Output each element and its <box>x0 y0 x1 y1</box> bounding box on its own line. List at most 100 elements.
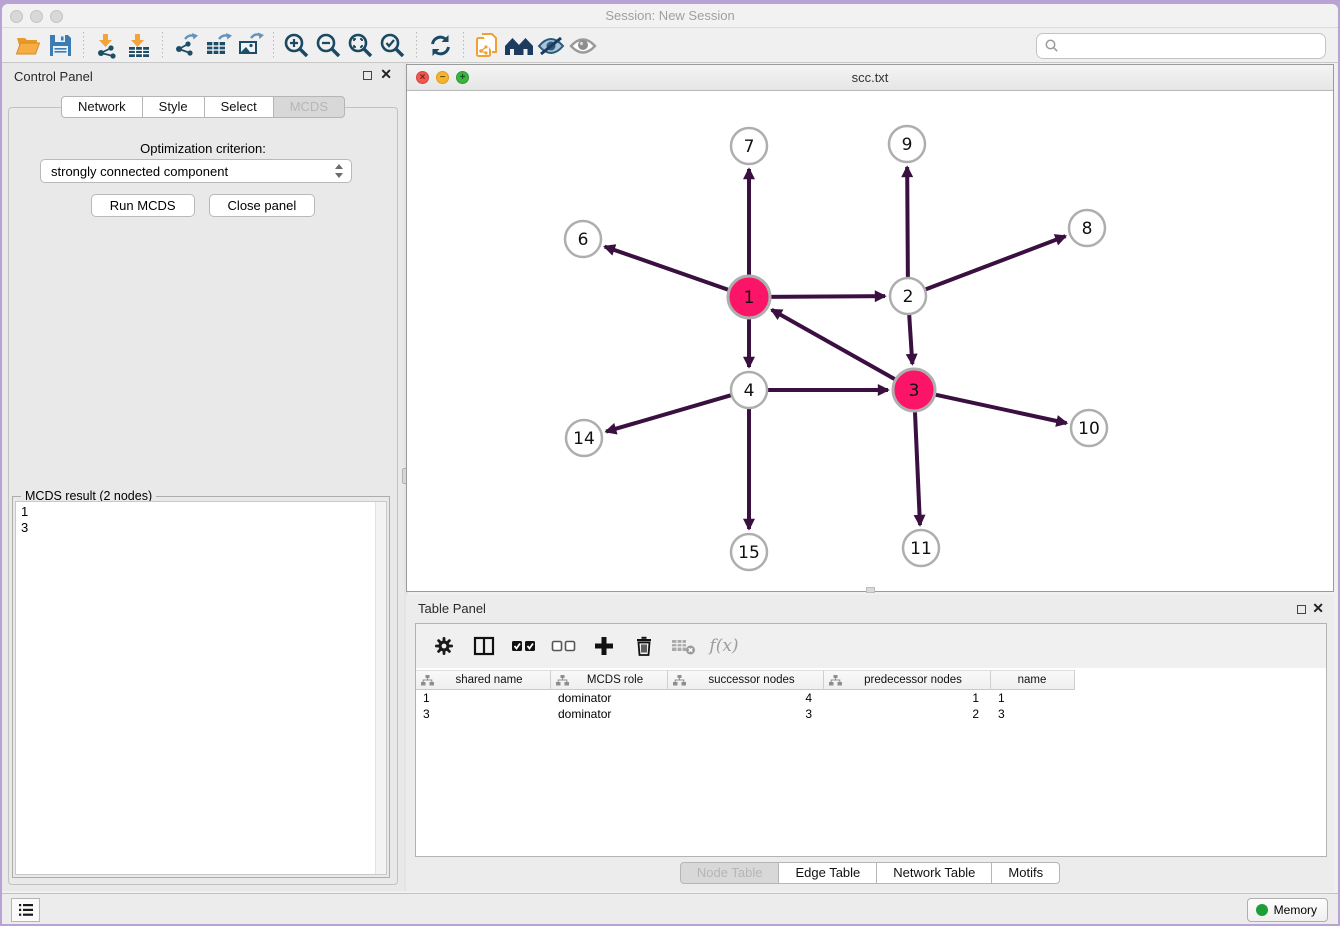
table-cell[interactable]: 3 <box>991 706 1075 722</box>
tab-style[interactable]: Style <box>143 96 205 118</box>
table-cell[interactable]: 1 <box>824 690 991 706</box>
import-network-button[interactable] <box>91 31 123 61</box>
column-header-MCDS-role[interactable]: MCDS role <box>551 670 668 690</box>
column-header-shared-name[interactable]: shared name <box>416 670 551 690</box>
column-label: name <box>996 674 1074 686</box>
mcds-buttons: Run MCDS Close panel <box>2 194 404 217</box>
edge-4-14[interactable] <box>606 394 734 431</box>
table-cell[interactable]: 2 <box>824 706 991 722</box>
document-share-icon <box>473 32 501 60</box>
table-cell[interactable]: 3 <box>416 706 551 722</box>
add-row-button[interactable] <box>590 632 618 660</box>
deselect-all-button[interactable] <box>550 632 578 660</box>
import-table-button[interactable] <box>123 31 155 61</box>
column-header-successor-nodes[interactable]: successor nodes <box>668 670 824 690</box>
column-header-predecessor-nodes[interactable]: predecessor nodes <box>824 670 991 690</box>
column-header-name[interactable]: name <box>991 670 1075 690</box>
result-scrollbar[interactable] <box>375 502 386 874</box>
toolbar-separator <box>416 32 417 60</box>
table-cell[interactable]: dominator <box>551 690 668 706</box>
table-toolbar: f(x) <box>416 624 1326 668</box>
memory-button[interactable]: Memory <box>1247 898 1328 922</box>
import-table-icon <box>126 33 152 59</box>
zoom-in-button[interactable] <box>281 31 313 61</box>
node-label-15: 15 <box>738 543 760 563</box>
mcds-result-line: 1 <box>21 504 386 520</box>
close-table-panel-icon[interactable]: ✕ <box>1312 600 1324 617</box>
node-table: f(x) shared name MCDS rolesuccessor nodes… <box>415 623 1327 857</box>
float-table-panel-icon[interactable] <box>1297 605 1306 614</box>
export-network-button[interactable] <box>170 31 202 61</box>
zoom-out-button[interactable] <box>313 31 345 61</box>
apply-layout-button[interactable] <box>424 31 456 61</box>
tab-node-table[interactable]: Node Table <box>680 862 780 884</box>
hide-graphics-details-button[interactable] <box>535 31 567 61</box>
node-label-3: 3 <box>909 381 920 401</box>
table-cell[interactable]: dominator <box>551 706 668 722</box>
close-panel-icon[interactable]: ✕ <box>380 66 392 83</box>
column-label: MCDS role <box>569 674 667 686</box>
zoom-in-icon <box>283 32 311 60</box>
task-history-button[interactable] <box>11 898 40 922</box>
trash-icon <box>633 635 655 657</box>
edge-1-2[interactable] <box>768 296 885 297</box>
table-cell[interactable]: 1 <box>991 690 1075 706</box>
houses-icon <box>504 33 534 59</box>
zoom-fit-button[interactable] <box>345 31 377 61</box>
edge-2-3[interactable] <box>909 312 912 364</box>
export-image-button[interactable] <box>234 31 266 61</box>
delete-table-button[interactable] <box>670 632 698 660</box>
tab-select[interactable]: Select <box>205 96 274 118</box>
float-panel-icon[interactable] <box>363 71 372 80</box>
edge-1-6[interactable] <box>605 247 731 291</box>
network-window-title: scc.txt <box>407 70 1333 85</box>
edge-2-8[interactable] <box>923 236 1066 290</box>
split-panel-button[interactable] <box>470 632 498 660</box>
close-panel-button[interactable]: Close panel <box>209 194 316 217</box>
tab-motifs[interactable]: Motifs <box>992 862 1060 884</box>
column-grip-icon <box>421 675 434 686</box>
delete-table-icon <box>671 636 697 656</box>
zoom-selected-button[interactable] <box>377 31 409 61</box>
table-body: 1dominator4113dominator323 <box>416 690 1326 722</box>
delete-row-button[interactable] <box>630 632 658 660</box>
select-all-button[interactable] <box>510 632 538 660</box>
node-label-10: 10 <box>1078 419 1100 439</box>
edge-3-10[interactable] <box>933 394 1067 423</box>
tab-network[interactable]: Network <box>61 96 143 118</box>
table-cell[interactable]: 1 <box>416 690 551 706</box>
home-button[interactable] <box>503 31 535 61</box>
table-settings-button[interactable] <box>430 632 458 660</box>
function-builder-button[interactable]: f(x) <box>710 632 738 660</box>
node-label-14: 14 <box>573 429 595 449</box>
column-label: predecessor nodes <box>842 674 990 686</box>
export-table-button[interactable] <box>202 31 234 61</box>
table-cell[interactable]: 4 <box>668 690 824 706</box>
title-bar: Session: New Session <box>2 4 1338 28</box>
node-label-2: 2 <box>903 287 914 307</box>
run-mcds-button[interactable]: Run MCDS <box>91 194 195 217</box>
node-label-7: 7 <box>744 137 755 157</box>
tab-mcds[interactable]: MCDS <box>274 96 345 118</box>
edge-3-11[interactable] <box>915 409 920 525</box>
eye-slash-icon <box>536 34 566 58</box>
table-cell[interactable]: 3 <box>668 706 824 722</box>
mcds-result-textarea[interactable]: 1 3 <box>15 501 387 875</box>
open-session-button[interactable] <box>12 31 44 61</box>
edge-2-9[interactable] <box>907 167 908 280</box>
save-session-button[interactable] <box>44 31 76 61</box>
tab-edge-table[interactable]: Edge Table <box>779 862 877 884</box>
network-window: × − + scc.txt 7968124314101511 <box>406 64 1334 592</box>
criterion-select[interactable]: strongly connected component <box>40 159 352 183</box>
zoom-out-icon <box>315 32 343 60</box>
network-resize-grip[interactable] <box>866 587 875 593</box>
node-label-1: 1 <box>744 288 755 308</box>
search-input[interactable] <box>1036 33 1326 59</box>
edge-3-1[interactable] <box>772 310 898 381</box>
network-from-file-button[interactable] <box>471 31 503 61</box>
show-graphics-details-button[interactable] <box>567 31 599 61</box>
column-grip-icon <box>829 675 842 686</box>
network-canvas[interactable]: 7968124314101511 <box>407 91 1333 591</box>
tab-network-table[interactable]: Network Table <box>877 862 992 884</box>
node-label-4: 4 <box>744 381 755 401</box>
